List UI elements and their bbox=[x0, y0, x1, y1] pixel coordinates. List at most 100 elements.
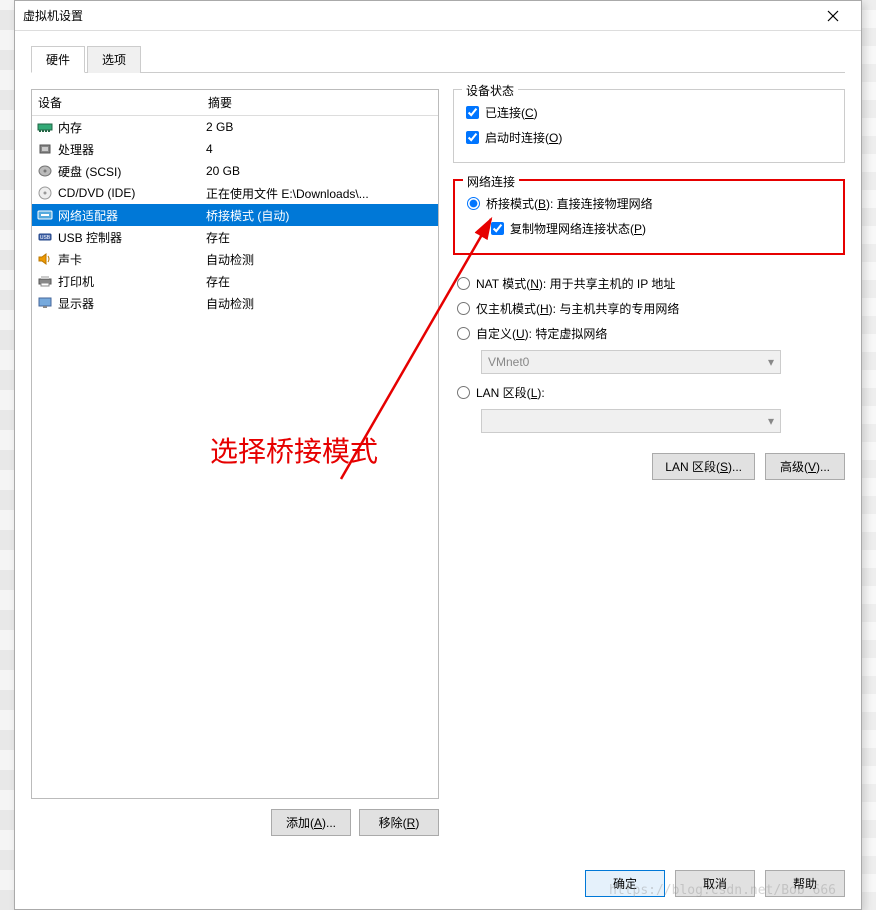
device-summary: 存在 bbox=[206, 229, 434, 246]
device-name: 声卡 bbox=[58, 251, 206, 268]
device-name: USB 控制器 bbox=[58, 229, 206, 246]
advanced-label: 高级(V)... bbox=[780, 460, 830, 474]
other-net-modes: NAT 模式(N): 用于共享主机的 IP 地址 仅主机模式(H): 与主机共享… bbox=[453, 271, 845, 433]
replicate-checkbox[interactable] bbox=[491, 222, 504, 235]
device-summary: 存在 bbox=[206, 273, 434, 290]
vm-settings-dialog: 虚拟机设置 硬件 选项 设备 摘要 内存 2 GB bbox=[14, 0, 862, 910]
network-icon bbox=[36, 207, 54, 223]
tab-options[interactable]: 选项 bbox=[87, 46, 141, 73]
device-list: 设备 摘要 内存 2 GB 处理器 4 bbox=[31, 89, 439, 799]
custom-radio-row[interactable]: 自定义(U): 特定虚拟网络 bbox=[457, 321, 845, 346]
panels: 设备 摘要 内存 2 GB 处理器 4 bbox=[31, 73, 845, 848]
lan-segments-button[interactable]: LAN 区段(S)... bbox=[652, 453, 755, 480]
replicate-checkbox-row[interactable]: 复制物理网络连接状态(P) bbox=[467, 216, 831, 241]
nat-radio-row[interactable]: NAT 模式(N): 用于共享主机的 IP 地址 bbox=[457, 271, 845, 296]
header-summary: 摘要 bbox=[208, 94, 432, 111]
row-printer[interactable]: 打印机 存在 bbox=[32, 270, 438, 292]
lan-radio-row[interactable]: LAN 区段(L): bbox=[457, 380, 845, 405]
hostonly-radio[interactable] bbox=[457, 302, 470, 315]
network-title: 网络连接 bbox=[463, 173, 519, 190]
bridged-radio[interactable] bbox=[467, 197, 480, 210]
chevron-down-icon: ▾ bbox=[768, 414, 774, 428]
lan-radio[interactable] bbox=[457, 386, 470, 399]
display-icon bbox=[36, 295, 54, 311]
close-button[interactable] bbox=[813, 2, 853, 30]
device-name: 打印机 bbox=[58, 273, 206, 290]
close-icon bbox=[827, 10, 839, 22]
tab-hardware[interactable]: 硬件 bbox=[31, 46, 85, 73]
device-name: 显示器 bbox=[58, 295, 206, 312]
titlebar: 虚拟机设置 bbox=[15, 1, 861, 31]
connected-label: 已连接(C) bbox=[485, 104, 538, 121]
bridged-radio-row[interactable]: 桥接模式(B): 直接连接物理网络 bbox=[467, 191, 831, 216]
device-name: 内存 bbox=[58, 119, 206, 136]
device-name: 硬盘 (SCSI) bbox=[58, 163, 206, 180]
remove-button[interactable]: 移除(R) bbox=[359, 809, 439, 836]
row-usb[interactable]: USB USB 控制器 存在 bbox=[32, 226, 438, 248]
device-name: 处理器 bbox=[58, 141, 206, 158]
cancel-button[interactable]: 取消 bbox=[675, 870, 755, 897]
left-button-row: 添加(A)... 移除(R) bbox=[31, 809, 439, 836]
tab-bar: 硬件 选项 bbox=[31, 45, 845, 73]
cpu-icon bbox=[36, 141, 54, 157]
row-cddvd[interactable]: CD/DVD (IDE) 正在使用文件 E:\Downloads\... bbox=[32, 182, 438, 204]
lan-label: LAN 区段(L): bbox=[476, 384, 545, 401]
footer: 确定 取消 帮助 bbox=[15, 858, 861, 909]
hostonly-radio-row[interactable]: 仅主机模式(H): 与主机共享的专用网络 bbox=[457, 296, 845, 321]
device-name: 网络适配器 bbox=[58, 207, 206, 224]
row-network[interactable]: 网络适配器 桥接模式 (自动) bbox=[32, 204, 438, 226]
nat-label: NAT 模式(N): 用于共享主机的 IP 地址 bbox=[476, 275, 675, 292]
hostonly-label: 仅主机模式(H): 与主机共享的专用网络 bbox=[476, 300, 679, 317]
lan-segments-label: LAN 区段(S)... bbox=[665, 460, 742, 474]
help-button[interactable]: 帮助 bbox=[765, 870, 845, 897]
right-panel: 设备状态 已连接(C) 启动时连接(O) 网络连接 桥接模式(B): 直接连接物… bbox=[453, 89, 845, 848]
device-name: CD/DVD (IDE) bbox=[58, 186, 206, 200]
memory-icon bbox=[36, 119, 54, 135]
right-button-row: LAN 区段(S)... 高级(V)... bbox=[453, 453, 845, 480]
connected-checkbox[interactable] bbox=[466, 106, 479, 119]
lan-combo[interactable]: ▾ bbox=[481, 409, 781, 433]
add-button[interactable]: 添加(A)... bbox=[271, 809, 351, 836]
svg-text:USB: USB bbox=[40, 235, 51, 241]
dialog-body: 硬件 选项 设备 摘要 内存 2 GB 处理器 bbox=[15, 31, 861, 858]
advanced-button[interactable]: 高级(V)... bbox=[765, 453, 845, 480]
device-summary: 桥接模式 (自动) bbox=[206, 207, 434, 224]
row-cpu[interactable]: 处理器 4 bbox=[32, 138, 438, 160]
window-title: 虚拟机设置 bbox=[23, 7, 813, 24]
left-panel: 设备 摘要 内存 2 GB 处理器 4 bbox=[31, 89, 439, 848]
connect-poweron-checkbox[interactable] bbox=[466, 131, 479, 144]
network-connection-group: 网络连接 桥接模式(B): 直接连接物理网络 复制物理网络连接状态(P) bbox=[453, 179, 845, 255]
connect-poweron-label: 启动时连接(O) bbox=[485, 129, 562, 146]
replicate-label: 复制物理网络连接状态(P) bbox=[510, 220, 646, 237]
connect-poweron-row[interactable]: 启动时连接(O) bbox=[466, 125, 832, 150]
sound-icon bbox=[36, 251, 54, 267]
cd-icon bbox=[36, 185, 54, 201]
device-state-group: 设备状态 已连接(C) 启动时连接(O) bbox=[453, 89, 845, 163]
custom-label: 自定义(U): 特定虚拟网络 bbox=[476, 325, 607, 342]
row-display[interactable]: 显示器 自动检测 bbox=[32, 292, 438, 314]
custom-combo[interactable]: VMnet0 ▾ bbox=[481, 350, 781, 374]
nat-radio[interactable] bbox=[457, 277, 470, 290]
custom-radio[interactable] bbox=[457, 327, 470, 340]
printer-icon bbox=[36, 273, 54, 289]
header-device: 设备 bbox=[38, 94, 208, 111]
device-summary: 4 bbox=[206, 142, 434, 156]
device-summary: 2 GB bbox=[206, 120, 434, 134]
row-memory[interactable]: 内存 2 GB bbox=[32, 116, 438, 138]
row-disk[interactable]: 硬盘 (SCSI) 20 GB bbox=[32, 160, 438, 182]
add-label: 添加(A)... bbox=[286, 816, 336, 830]
ok-button[interactable]: 确定 bbox=[585, 870, 665, 897]
device-summary: 20 GB bbox=[206, 164, 434, 178]
disk-icon bbox=[36, 163, 54, 179]
list-header: 设备 摘要 bbox=[32, 90, 438, 116]
device-summary: 正在使用文件 E:\Downloads\... bbox=[206, 185, 434, 202]
background-right-strip bbox=[862, 0, 876, 910]
row-sound[interactable]: 声卡 自动检测 bbox=[32, 248, 438, 270]
remove-label: 移除(R) bbox=[379, 816, 420, 830]
usb-icon: USB bbox=[36, 229, 54, 245]
chevron-down-icon: ▾ bbox=[768, 355, 774, 369]
device-state-title: 设备状态 bbox=[462, 82, 518, 99]
device-summary: 自动检测 bbox=[206, 251, 434, 268]
bridged-label: 桥接模式(B): 直接连接物理网络 bbox=[486, 195, 653, 212]
connected-checkbox-row[interactable]: 已连接(C) bbox=[466, 100, 832, 125]
